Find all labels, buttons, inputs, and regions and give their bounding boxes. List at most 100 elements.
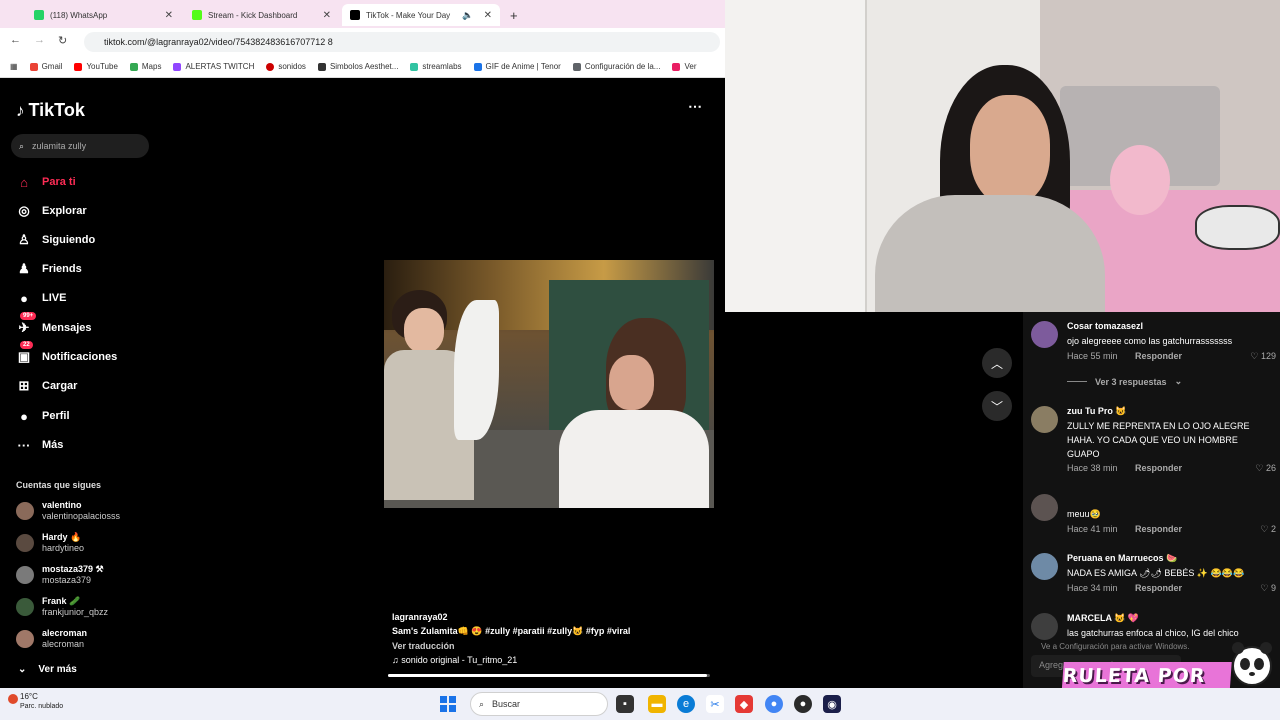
more-icon: ··· xyxy=(17,437,31,453)
bookmark-sonidos[interactable]: sonidos xyxy=(266,62,306,71)
following-account[interactable]: valentino valentinopalaciosss xyxy=(16,500,120,522)
obs-icon[interactable]: ● xyxy=(794,695,812,713)
commenter-name[interactable]: Cosar tomazasezl xyxy=(1067,321,1143,331)
comment-like[interactable]: ♡ 26 xyxy=(1255,463,1276,474)
commenter-name[interactable]: meuu🥹 xyxy=(1067,509,1101,520)
close-icon[interactable]: ✕ xyxy=(323,10,331,21)
app-icon[interactable]: ◆ xyxy=(735,695,753,713)
record-icon xyxy=(266,62,275,71)
bookmark-config[interactable]: Configuración de la... xyxy=(572,62,660,71)
following-account[interactable]: alecroman alecroman xyxy=(16,628,87,650)
bookmark-tenor[interactable]: GIF de Anime | Tenor xyxy=(473,62,561,71)
user-follow-icon: ♙ xyxy=(18,232,30,247)
sidebar-item-perfil[interactable]: ● Perfil xyxy=(16,408,69,424)
bookmark-streamlabs[interactable]: streamlabs xyxy=(410,62,462,71)
sidebar-item-label: Explorar xyxy=(42,205,87,217)
sidebar-item-label: LIVE xyxy=(42,292,67,304)
commenter-avatar[interactable] xyxy=(1031,494,1058,521)
following-account[interactable]: mostaza379 ⚒ mostaza379 xyxy=(16,564,104,586)
reload-icon[interactable]: ↻ xyxy=(58,34,67,47)
file-explorer-icon[interactable]: ▬ xyxy=(648,695,666,713)
inbox-icon: ▣ 22 xyxy=(16,341,33,365)
avatar xyxy=(16,534,34,552)
forward-icon[interactable]: → xyxy=(34,34,45,46)
url-field[interactable]: tiktok.com/@lagranraya02/video/754382483… xyxy=(84,32,720,52)
sidebar-item-mensajes[interactable]: ✈ 99+ Mensajes xyxy=(16,312,92,336)
sidebar-item-notificaciones[interactable]: ▣ 22 Notificaciones xyxy=(16,341,117,365)
view-replies-button[interactable]: Ver 3 respuestas ⌄ xyxy=(1067,376,1182,387)
tiktok-app: ♪ TikTok ⌕ zulamita zully ⋯ ⌂ Para ti ◎ Exp… xyxy=(0,78,756,688)
commenter-avatar[interactable] xyxy=(1031,553,1058,580)
commenter-avatar[interactable] xyxy=(1031,406,1058,433)
commenter-name[interactable]: MARCELA 😺 💖 xyxy=(1067,613,1139,624)
symbol-icon xyxy=(317,62,326,71)
comment-time: Hace 34 min xyxy=(1067,583,1118,593)
streaming-app-icon[interactable]: ◉ xyxy=(823,695,841,713)
bookmark-alertas[interactable]: ALERTAS TWITCH xyxy=(173,62,254,71)
bookmark-simbolos[interactable]: Simbolos Aesthet... xyxy=(317,62,398,71)
commenter-avatar[interactable] xyxy=(1031,321,1058,348)
new-tab-button[interactable]: + xyxy=(502,4,524,26)
reply-button[interactable]: Responder xyxy=(1135,351,1182,361)
tab-whatsapp[interactable]: (118) WhatsApp ✕ xyxy=(26,4,181,26)
speaker-icon[interactable]: 🔈 xyxy=(462,10,473,21)
following-account[interactable]: Frank 🥒 frankjunior_qbzz xyxy=(16,596,108,618)
task-view-icon[interactable]: ▪ xyxy=(616,695,634,713)
snipping-tool-icon[interactable]: ✂ xyxy=(706,695,724,713)
bookmark-maps[interactable]: Maps xyxy=(129,62,161,71)
comment-like[interactable]: ♡ 2 xyxy=(1260,524,1276,535)
comment-like[interactable]: ♡ 129 xyxy=(1250,351,1276,362)
comment-like[interactable]: ♡ 9 xyxy=(1260,583,1276,594)
reply-button[interactable]: Responder xyxy=(1135,583,1182,593)
apps-icon[interactable]: ▦ xyxy=(10,62,18,71)
following-account[interactable]: Hardy 🔥 hardytineo xyxy=(16,532,84,554)
search-input[interactable]: ⌕ zulamita zully xyxy=(11,134,149,158)
chrome-icon[interactable]: ● xyxy=(765,695,783,713)
heart-outline-icon: ♡ xyxy=(1250,351,1259,361)
kick-icon xyxy=(192,10,202,20)
video-username[interactable]: lagranraya02 xyxy=(392,612,630,622)
profile-avatar-icon: ● xyxy=(20,408,28,424)
bookmark-gmail[interactable]: Gmail xyxy=(29,62,62,71)
weather-widget[interactable]: 16°C Parc. nublado xyxy=(20,692,63,712)
close-icon[interactable]: ✕ xyxy=(484,10,492,21)
sidebar-item-explorar[interactable]: ◎ Explorar xyxy=(16,203,87,219)
sidebar-item-m-s[interactable]: ··· Más xyxy=(16,437,64,453)
account-text: mostaza379 ⚒ mostaza379 xyxy=(42,564,104,586)
sound-link[interactable]: ♫ sonido original - Tu_ritmo_21 xyxy=(392,655,630,665)
tab-tiktok[interactable]: TikTok - Make Your Day 🔈 ✕ xyxy=(342,4,500,26)
more-options-icon[interactable]: ⋯ xyxy=(688,98,702,115)
see-more-button[interactable]: ⌄ Ver más xyxy=(18,664,77,675)
avatar xyxy=(16,566,34,584)
account-text: alecroman alecroman xyxy=(42,628,87,650)
video-player[interactable] xyxy=(384,260,714,508)
windows-start-icon[interactable] xyxy=(440,696,456,712)
heart-outline-icon: ♡ xyxy=(1260,583,1269,593)
search-icon: ⌕ xyxy=(479,698,485,709)
commenter-avatar[interactable] xyxy=(1031,613,1058,640)
video-progress-bar[interactable] xyxy=(388,674,710,677)
tab-kick[interactable]: Stream - Kick Dashboard ✕ xyxy=(184,4,339,26)
previous-video-button[interactable]: ︿ xyxy=(982,348,1012,378)
sidebar-item-live[interactable]: ● LIVE xyxy=(16,290,66,306)
next-video-button[interactable]: ﹀ xyxy=(982,391,1012,421)
tiktok-logo[interactable]: ♪ TikTok xyxy=(16,100,85,121)
search-icon: ⌕ xyxy=(19,140,25,151)
bookmarks-bar: ▦ Gmail YouTube Maps ALERTAS TWITCH soni… xyxy=(0,56,725,78)
sidebar-item-para-ti[interactable]: ⌂ Para ti xyxy=(16,174,76,190)
close-icon[interactable]: ✕ xyxy=(165,10,173,21)
translate-link[interactable]: Ver traducción xyxy=(392,641,630,651)
back-icon[interactable]: ← xyxy=(10,34,21,46)
sidebar-item-friends[interactable]: ♟ Friends xyxy=(16,261,82,277)
taskbar-search[interactable]: ⌕ Buscar xyxy=(470,692,608,716)
sidebar-item-cargar[interactable]: ⊞ Cargar xyxy=(16,378,78,394)
commenter-name[interactable]: Peruana en Marruecos 🍉 xyxy=(1067,553,1177,564)
bookmark-ver[interactable]: Ver xyxy=(672,62,696,71)
commenter-name[interactable]: zuu Tu Pro 😺 xyxy=(1067,406,1127,417)
account-username: frankjunior_qbzz xyxy=(42,607,109,617)
sidebar-item-siguiendo[interactable]: ♙ Siguiendo xyxy=(16,232,95,248)
reply-button[interactable]: Responder xyxy=(1135,524,1182,534)
bookmark-youtube[interactable]: YouTube xyxy=(74,62,118,71)
reply-button[interactable]: Responder xyxy=(1135,463,1182,473)
edge-icon[interactable]: e xyxy=(677,695,695,713)
